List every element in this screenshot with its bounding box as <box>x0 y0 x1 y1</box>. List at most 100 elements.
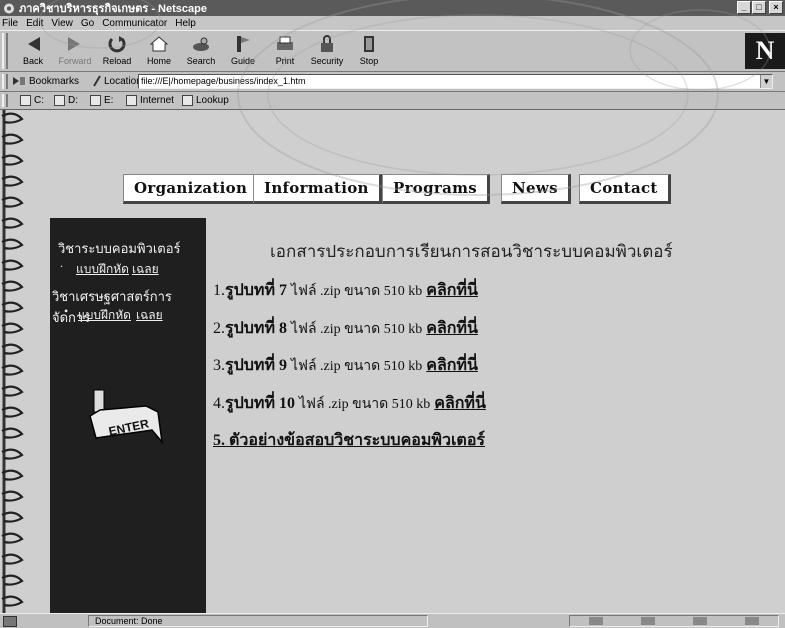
personal-item-d[interactable]: D: <box>54 95 78 106</box>
tab-news[interactable]: News <box>501 174 571 204</box>
download-link-4[interactable]: คลิกที่นี่ <box>434 395 486 412</box>
security-button[interactable]: Security <box>306 33 348 71</box>
personal-item-e[interactable]: E: <box>90 95 113 106</box>
personal-item-label: C: <box>34 95 44 106</box>
economics-exercise-link[interactable]: แบบฝึกหัด <box>78 306 131 325</box>
security-button-label: Security <box>310 56 344 66</box>
menu-help[interactable]: Help <box>175 18 196 29</box>
tab-programs[interactable]: Programs <box>382 174 491 204</box>
location-label: Location <box>92 75 142 87</box>
personal-item-c[interactable]: C: <box>20 95 44 106</box>
location-label-text: Location <box>104 75 142 87</box>
mail-icon[interactable] <box>641 617 655 625</box>
print-button[interactable]: Print <box>264 33 306 71</box>
drive-icon <box>54 95 65 106</box>
drive-icon <box>20 95 31 106</box>
guide-icon <box>237 36 250 52</box>
bookmarks-label: Bookmarks <box>29 75 80 87</box>
menu-file[interactable]: File <box>2 18 18 29</box>
home-icon <box>149 36 169 52</box>
navigation-toolbar: Back Forward Reload Home Search Guide Pr… <box>0 30 785 72</box>
enter-sign-icon[interactable]: ENTER <box>86 386 166 452</box>
bookmarks-icon <box>13 77 25 85</box>
window-title: ภาควิชาบริหารธุรกิจเกษตร - Netscape <box>19 3 207 15</box>
location-url-text: file:///E|/homepage/business/index_1.htm <box>141 76 306 86</box>
reload-button[interactable]: Reload <box>96 33 138 71</box>
back-button-label: Back <box>22 56 43 66</box>
personal-item-lookup[interactable]: Lookup <box>182 95 229 106</box>
minimize-button[interactable]: _ <box>737 1 751 14</box>
forward-arrow-icon <box>68 37 80 51</box>
personal-item-label: E: <box>104 95 114 106</box>
menu-edit[interactable]: Edit <box>26 18 43 29</box>
stop-button-label: Stop <box>359 56 379 66</box>
personal-toolbar: C: D: E: Internet Lookup <box>0 92 785 110</box>
sample-exam-link[interactable]: 5. ตัวอย่างข้อสอบวิชาระบบคอมพิวเตอร์ <box>213 428 485 453</box>
drive-icon <box>90 95 101 106</box>
tab-information[interactable]: Information <box>253 174 382 204</box>
bullet: . <box>60 256 63 270</box>
menu-view[interactable]: View <box>51 18 73 29</box>
spiral-binding-decoration <box>1 110 24 613</box>
tab-organization[interactable]: Organization <box>123 174 261 204</box>
status-bar: Document: Done <box>0 613 785 628</box>
netscape-app-icon <box>4 3 14 13</box>
menu-communicator[interactable]: Communicator <box>102 18 167 29</box>
back-arrow-icon <box>28 37 40 51</box>
personal-grip[interactable] <box>2 94 8 107</box>
page-title: เอกสารประกอบการเรียนการสอนวิชาระบบคอมพิว… <box>270 242 673 261</box>
forward-button[interactable]: Forward <box>54 33 96 71</box>
personal-item-label: Lookup <box>196 95 229 106</box>
computer-answer-link[interactable]: เฉลย <box>132 260 159 279</box>
menu-bar: File Edit View Go Communicator Help <box>0 16 785 30</box>
download-link-2[interactable]: คลิกที่นี่ <box>426 320 478 337</box>
component-bar <box>569 615 779 627</box>
location-toolbar: Bookmarks Location file:///E|/homepage/b… <box>0 72 785 92</box>
maximize-button[interactable]: □ <box>752 1 766 14</box>
download-link-1[interactable]: คลิกที่นี่ <box>426 282 478 299</box>
internet-icon <box>126 95 137 106</box>
forward-button-label: Forward <box>58 56 92 66</box>
reload-icon <box>108 36 126 53</box>
netscape-logo[interactable]: N <box>745 33 785 69</box>
location-grip[interactable] <box>2 74 8 89</box>
doc-row-1: 1.รูปบทที่ 7 ไฟล์ .zip ขนาด 510 kb คลิกท… <box>213 282 478 299</box>
tab-contact[interactable]: Contact <box>579 174 671 204</box>
doc-row-4: 4.รูปบทที่ 10 ไฟล์ .zip ขนาด 510 kb คลิก… <box>213 395 486 412</box>
course-sidebar: วิชาระบบคอมพิวเตอร์ . แบบฝึกหัด เฉลย วิช… <box>50 218 206 613</box>
security-status-icon[interactable] <box>3 616 17 627</box>
window-titlebar: ภาควิชาบริหารธุรกิจเกษตร - Netscape _ □ … <box>0 0 785 16</box>
status-text: Document: Done <box>88 615 428 627</box>
sidebar-course-computer: วิชาระบบคอมพิวเตอร์ <box>58 241 181 256</box>
newsgroups-icon[interactable] <box>693 617 707 625</box>
bookmarks-button[interactable]: Bookmarks <box>12 75 79 87</box>
personal-item-internet[interactable]: Internet <box>126 95 174 106</box>
location-icon <box>93 75 101 87</box>
search-button[interactable]: Search <box>180 33 222 71</box>
stop-button[interactable]: Stop <box>348 33 390 71</box>
menu-go[interactable]: Go <box>81 18 94 29</box>
location-url-input[interactable]: file:///E|/homepage/business/index_1.htm… <box>138 74 773 89</box>
composer-icon[interactable] <box>745 617 759 625</box>
guide-button[interactable]: Guide <box>222 33 264 71</box>
home-button-label: Home <box>146 56 171 66</box>
print-icon <box>277 36 293 50</box>
lookup-icon <box>182 95 193 106</box>
page-content: Organization Information Programs News C… <box>0 110 785 613</box>
economics-answer-link[interactable]: เฉลย <box>136 306 163 325</box>
computer-exercise-link[interactable]: แบบฝึกหัด <box>76 260 129 279</box>
print-button-label: Print <box>275 56 295 66</box>
guide-button-label: Guide <box>230 56 256 66</box>
toolbar-grip[interactable] <box>2 33 8 69</box>
reload-button-label: Reload <box>102 56 132 66</box>
personal-item-label: Internet <box>140 95 174 106</box>
back-button[interactable]: Back <box>12 33 54 71</box>
doc-row-3: 3.รูปบทที่ 9 ไฟล์ .zip ขนาด 510 kb คลิกท… <box>213 357 478 374</box>
home-button[interactable]: Home <box>138 33 180 71</box>
search-icon <box>193 37 209 51</box>
close-button[interactable]: × <box>769 1 783 14</box>
navigator-icon[interactable] <box>589 617 603 625</box>
download-link-3[interactable]: คลิกที่นี่ <box>426 357 478 374</box>
url-dropdown-arrow-icon[interactable]: ▼ <box>760 75 772 88</box>
doc-row-2: 2.รูปบทที่ 8 ไฟล์ .zip ขนาด 510 kb คลิกท… <box>213 320 478 337</box>
